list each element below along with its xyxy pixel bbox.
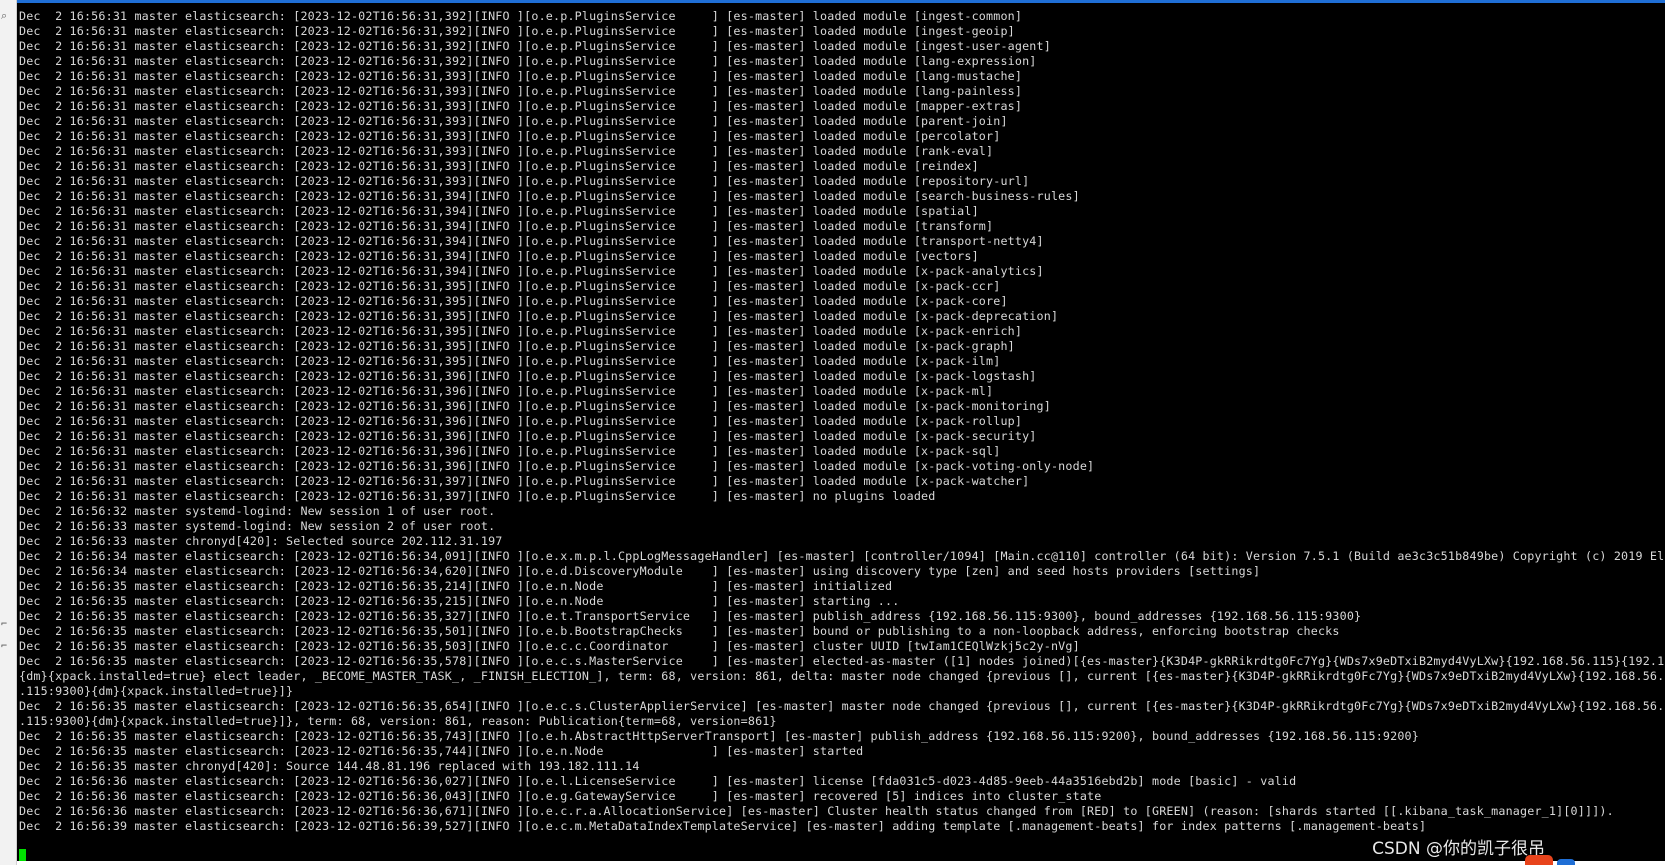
log-line: Dec 2 16:56:39 master elasticsearch: [20… (19, 819, 1427, 833)
log-line: Dec 2 16:56:31 master elasticsearch: [20… (19, 489, 936, 503)
log-line: Dec 2 16:56:32 master systemd-logind: Ne… (19, 504, 496, 518)
log-line: Dec 2 16:56:36 master elasticsearch: [20… (19, 774, 1297, 788)
log-line: Dec 2 16:56:34 master elasticsearch: [20… (19, 564, 1261, 578)
logo-badge-icon (1525, 855, 1553, 865)
gutter-marker: ⌐ (1, 619, 8, 630)
side-gutter: ⌕ ⌐ ⌐ (0, 0, 17, 865)
log-line: Dec 2 16:56:36 master elasticsearch: [20… (19, 804, 1614, 818)
log-line: Dec 2 16:56:31 master elasticsearch: [20… (19, 294, 1008, 308)
log-line: Dec 2 16:56:31 master elasticsearch: [20… (19, 39, 1051, 53)
log-line: Dec 2 16:56:35 master chronyd[420]: Sour… (19, 759, 640, 773)
log-line: Dec 2 16:56:31 master elasticsearch: [20… (19, 414, 1023, 428)
log-line: Dec 2 16:56:31 master elasticsearch: [20… (19, 174, 1030, 188)
log-line: {dm}{xpack.installed=true} elect leader,… (19, 669, 1665, 683)
log-line: Dec 2 16:56:31 master elasticsearch: [20… (19, 444, 1001, 458)
log-line: Dec 2 16:56:35 master elasticsearch: [20… (19, 594, 900, 608)
log-line: Dec 2 16:56:31 master elasticsearch: [20… (19, 249, 979, 263)
log-line: Dec 2 16:56:31 master elasticsearch: [20… (19, 339, 1015, 353)
log-line: Dec 2 16:56:31 master elasticsearch: [20… (19, 354, 1001, 368)
log-line: Dec 2 16:56:31 master elasticsearch: [20… (19, 369, 1037, 383)
log-line: Dec 2 16:56:31 master elasticsearch: [20… (19, 429, 1037, 443)
log-lines: Dec 2 16:56:31 master elasticsearch: [20… (19, 9, 1665, 834)
watermark: CSDN @你的凯子很吊 (1372, 839, 1545, 859)
terminal-output[interactable]: Dec 2 16:56:31 master elasticsearch: [20… (17, 3, 1665, 861)
log-line: Dec 2 16:56:35 master elasticsearch: [20… (19, 699, 1665, 713)
log-line: .115:9300}{dm}{xpack.installed=true}]} (19, 684, 294, 698)
log-line: Dec 2 16:56:31 master elasticsearch: [20… (19, 264, 1044, 278)
log-line: Dec 2 16:56:35 master elasticsearch: [20… (19, 729, 1419, 743)
log-line: Dec 2 16:56:31 master elasticsearch: [20… (19, 69, 1023, 83)
log-line: Dec 2 16:56:34 master elasticsearch: [20… (19, 549, 1665, 563)
log-line: Dec 2 16:56:31 master elasticsearch: [20… (19, 189, 1080, 203)
log-line: Dec 2 16:56:31 master elasticsearch: [20… (19, 279, 1001, 293)
log-line: Dec 2 16:56:31 master elasticsearch: [20… (19, 324, 1023, 338)
log-line: Dec 2 16:56:31 master elasticsearch: [20… (19, 114, 1008, 128)
search-icon[interactable]: ⌕ (1, 9, 13, 23)
log-line: Dec 2 16:56:35 master elasticsearch: [20… (19, 654, 1665, 668)
log-line: Dec 2 16:56:31 master elasticsearch: [20… (19, 24, 1015, 38)
terminal-cursor (19, 849, 26, 861)
log-line: .115:9300}{dm}{xpack.installed=true}]}, … (19, 714, 777, 728)
log-line: Dec 2 16:56:31 master elasticsearch: [20… (19, 384, 994, 398)
log-line: Dec 2 16:56:36 master elasticsearch: [20… (19, 789, 1102, 803)
log-line: Dec 2 16:56:31 master elasticsearch: [20… (19, 54, 1037, 68)
log-line: Dec 2 16:56:33 master systemd-logind: Ne… (19, 519, 496, 533)
log-line: Dec 2 16:56:31 master elasticsearch: [20… (19, 459, 1095, 473)
app-window: ⌕ ⌐ ⌐ Dec 2 16:56:31 master elasticsearc… (0, 0, 1665, 865)
log-line: Dec 2 16:56:31 master elasticsearch: [20… (19, 99, 1023, 113)
log-line: Dec 2 16:56:35 master elasticsearch: [20… (19, 639, 1080, 653)
log-line: Dec 2 16:56:35 master elasticsearch: [20… (19, 579, 893, 593)
gutter-marker: ⌐ (1, 641, 8, 652)
logo-badge-secondary-icon (1557, 859, 1575, 865)
log-line: Dec 2 16:56:31 master elasticsearch: [20… (19, 219, 994, 233)
log-line: Dec 2 16:56:35 master elasticsearch: [20… (19, 624, 1340, 638)
log-line: Dec 2 16:56:31 master elasticsearch: [20… (19, 204, 979, 218)
log-line: Dec 2 16:56:35 master elasticsearch: [20… (19, 744, 864, 758)
log-line: Dec 2 16:56:31 master elasticsearch: [20… (19, 9, 1023, 23)
log-line: Dec 2 16:56:31 master elasticsearch: [20… (19, 309, 1059, 323)
log-line: Dec 2 16:56:31 master elasticsearch: [20… (19, 399, 1051, 413)
log-line: Dec 2 16:56:31 master elasticsearch: [20… (19, 474, 1030, 488)
log-line: Dec 2 16:56:31 master elasticsearch: [20… (19, 159, 979, 173)
log-line: Dec 2 16:56:31 master elasticsearch: [20… (19, 234, 1044, 248)
log-line: Dec 2 16:56:35 master elasticsearch: [20… (19, 609, 1362, 623)
log-line: Dec 2 16:56:31 master elasticsearch: [20… (19, 129, 1001, 143)
log-line: Dec 2 16:56:33 master chronyd[420]: Sele… (19, 534, 503, 548)
log-line: Dec 2 16:56:31 master elasticsearch: [20… (19, 144, 994, 158)
log-line: Dec 2 16:56:31 master elasticsearch: [20… (19, 84, 1023, 98)
